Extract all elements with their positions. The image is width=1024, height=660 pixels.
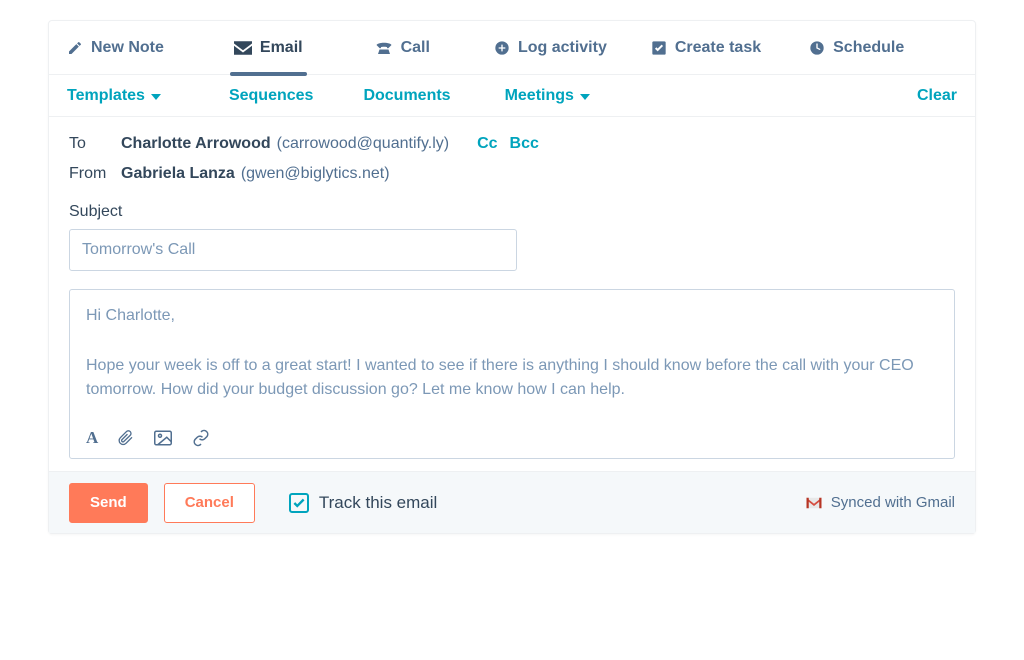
phone-icon — [375, 40, 393, 56]
button-label: Send — [90, 494, 127, 511]
envelope-icon — [234, 41, 252, 55]
cancel-button[interactable]: Cancel — [164, 483, 255, 523]
from-address: (gwen@biglytics.net) — [241, 165, 390, 183]
chevron-down-icon — [580, 94, 590, 100]
compose-footer: Send Cancel Track this email Synced with… — [49, 471, 975, 533]
cc-button[interactable]: Cc — [477, 135, 497, 153]
clear-button[interactable]: Clear — [917, 87, 957, 105]
subject-input[interactable] — [69, 229, 517, 271]
image-icon[interactable] — [154, 430, 172, 446]
subject-label: Subject — [69, 203, 955, 221]
toolbar-label: Meetings — [505, 87, 574, 105]
font-icon[interactable]: A — [86, 428, 98, 448]
tab-create-task[interactable]: Create task — [651, 21, 761, 75]
link-icon[interactable] — [192, 429, 210, 447]
to-label: To — [69, 135, 121, 153]
toolbar-label: Templates — [67, 87, 145, 105]
bcc-button[interactable]: Bcc — [510, 135, 539, 153]
tab-label: Create task — [675, 39, 761, 57]
to-name: Charlotte Arrowood — [121, 135, 271, 153]
toolbar-label: Clear — [917, 87, 957, 105]
toolbar-label: Sequences — [229, 87, 313, 105]
plus-circle-icon — [494, 40, 510, 56]
meetings-dropdown[interactable]: Meetings — [505, 87, 590, 105]
tab-label: Call — [401, 39, 430, 57]
toolbar-label: Documents — [363, 87, 450, 105]
email-compose-panel: New Note Email Call Log activity Create … — [48, 20, 976, 534]
button-label: Cancel — [185, 494, 234, 511]
attachment-icon[interactable] — [118, 429, 134, 447]
documents-button[interactable]: Documents — [363, 87, 450, 105]
tab-log-activity[interactable]: Log activity — [494, 21, 607, 75]
sequences-button[interactable]: Sequences — [229, 87, 313, 105]
activity-tabs: New Note Email Call Log activity Create … — [49, 21, 975, 75]
tab-email[interactable]: Email — [234, 21, 303, 75]
to-row: To Charlotte Arrowood (carrowood@quantif… — [69, 135, 955, 153]
track-label: Track this email — [319, 493, 437, 513]
pencil-icon — [67, 40, 83, 56]
from-label: From — [69, 165, 121, 183]
checkbox-icon — [289, 493, 309, 513]
tab-call[interactable]: Call — [375, 21, 430, 75]
to-address: (carrowood@quantify.ly) — [277, 135, 449, 153]
email-editor[interactable]: Hi Charlotte, Hope your week is off to a… — [69, 289, 955, 459]
tab-schedule[interactable]: Schedule — [809, 21, 904, 75]
compose-body: To Charlotte Arrowood (carrowood@quantif… — [49, 117, 975, 471]
gmail-icon — [805, 496, 823, 510]
send-button[interactable]: Send — [69, 483, 148, 523]
from-row: From Gabriela Lanza (gwen@biglytics.net) — [69, 165, 955, 183]
from-name: Gabriela Lanza — [121, 165, 235, 183]
clock-icon — [809, 40, 825, 56]
email-body-text[interactable]: Hi Charlotte, Hope your week is off to a… — [86, 304, 938, 414]
tab-label: Log activity — [518, 39, 607, 57]
compose-toolbar: Templates Sequences Documents Meetings C… — [49, 75, 975, 117]
tab-label: Schedule — [833, 39, 904, 57]
tab-label: New Note — [91, 39, 164, 57]
editor-toolbar: A — [86, 428, 938, 448]
checkbox-icon — [651, 40, 667, 56]
track-email-checkbox[interactable]: Track this email — [289, 493, 437, 513]
synced-label: Synced with Gmail — [831, 494, 955, 511]
synced-status: Synced with Gmail — [805, 494, 955, 511]
tab-new-note[interactable]: New Note — [67, 21, 164, 75]
chevron-down-icon — [151, 94, 161, 100]
templates-dropdown[interactable]: Templates — [67, 87, 161, 105]
tab-label: Email — [260, 39, 303, 57]
